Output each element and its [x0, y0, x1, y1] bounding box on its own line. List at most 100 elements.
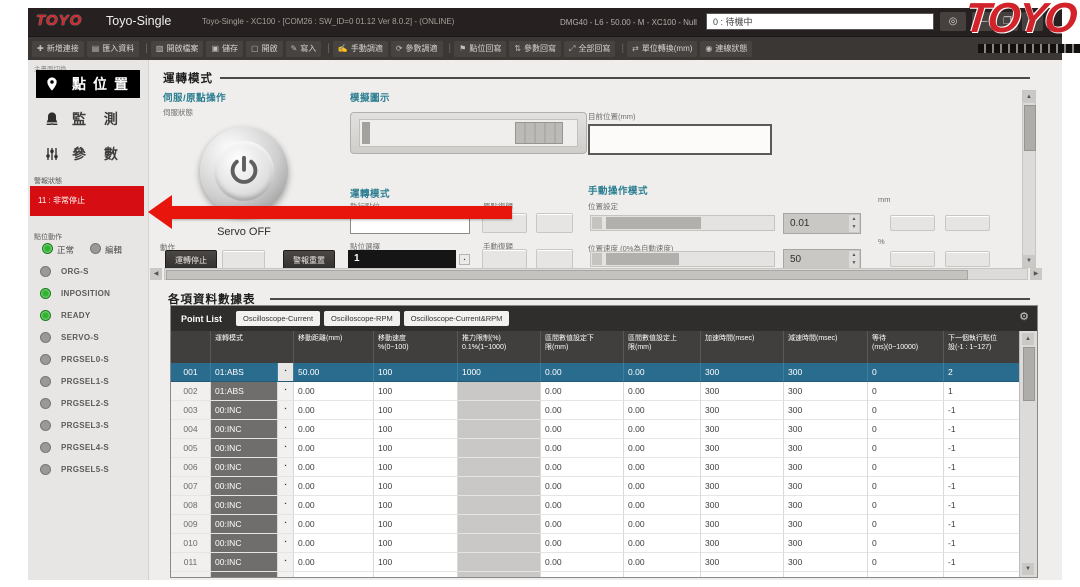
mode-cell[interactable]: 00:INC — [211, 534, 278, 553]
toolbar-item-point-writeback[interactable]: ⚑點位回寫 — [454, 41, 506, 57]
speed-spinner-arrows[interactable]: ▲▼ — [849, 251, 859, 268]
cell-upper[interactable]: 0.00 — [624, 439, 701, 458]
alarm-reset-button[interactable]: 警報重置 — [283, 250, 335, 270]
cell-distance[interactable]: 0.00 — [294, 401, 374, 420]
cell-next[interactable]: 2 — [944, 363, 1021, 382]
cell-upper[interactable]: 0.00 — [624, 477, 701, 496]
cell-distance[interactable]: 0.00 — [294, 420, 374, 439]
cell-decel[interactable]: 300 — [784, 496, 868, 515]
cell-wait[interactable]: 0 — [868, 458, 944, 477]
cell-decel[interactable]: 300 — [784, 401, 868, 420]
machine-status-field[interactable]: 0 : 待機中 — [706, 13, 934, 30]
toolbar-item-open-file[interactable]: ▨開啟檔案 — [151, 41, 204, 57]
cell-upper[interactable]: 0.00 — [624, 534, 701, 553]
scroll-right-icon[interactable]: ▶ — [1030, 268, 1042, 280]
table-row-007[interactable]: 00700:INC▪0.001000.000.003003000-1 — [171, 477, 1021, 496]
cell-upper[interactable]: 0.00 — [624, 496, 701, 515]
run-stop-button[interactable]: 運轉停止 — [165, 250, 217, 270]
cell-lower[interactable]: 0.00 — [541, 363, 624, 382]
cell-speed[interactable]: 100 — [374, 382, 458, 401]
position-slider[interactable] — [590, 215, 775, 231]
cell-speed[interactable]: 100 — [374, 572, 458, 578]
cell-distance[interactable]: 0.00 — [294, 439, 374, 458]
cell-upper[interactable]: 0.00 — [624, 553, 701, 572]
mode-dropdown-button[interactable]: ▪ — [278, 458, 294, 477]
cell-wait[interactable]: 0 — [868, 439, 944, 458]
cell-upper[interactable]: 0.00 — [624, 363, 701, 382]
cell-speed[interactable]: 100 — [374, 363, 458, 382]
cell-decel[interactable]: 300 — [784, 420, 868, 439]
cell-force[interactable] — [458, 496, 541, 515]
cell-next[interactable]: 1 — [944, 382, 1021, 401]
cell-force[interactable] — [458, 420, 541, 439]
cell-lower[interactable]: 0.00 — [541, 439, 624, 458]
toolbar-item-unit-convert[interactable]: ⇄單位轉換(mm) — [627, 41, 697, 57]
table-row-004[interactable]: 00400:INC▪0.001000.000.003003000-1 — [171, 420, 1021, 439]
cell-next[interactable]: -1 — [944, 458, 1021, 477]
cell-wait[interactable]: 0 — [868, 401, 944, 420]
speed-spinner[interactable]: 50 ▲▼ — [783, 249, 861, 270]
speed-minus-button[interactable] — [890, 251, 935, 267]
cell-distance[interactable]: 0.00 — [294, 458, 374, 477]
cell-distance[interactable]: 0.00 — [294, 382, 374, 401]
cell-next[interactable]: -1 — [944, 420, 1021, 439]
cell-lower[interactable]: 0.00 — [541, 477, 624, 496]
toolbar-item-param-writeback[interactable]: ⇅參數回寫 — [509, 41, 561, 57]
table-scroll-up-icon[interactable]: ▲ — [1022, 333, 1034, 345]
table-row-006[interactable]: 00600:INC▪0.001000.000.003003000-1 — [171, 458, 1021, 477]
mode-dropdown-button[interactable]: ▪ — [278, 382, 294, 401]
point-select-dropdown[interactable]: 1 — [348, 250, 456, 268]
cell-accel[interactable]: 300 — [701, 458, 784, 477]
cell-lower[interactable]: 0.00 — [541, 496, 624, 515]
cell-speed[interactable]: 100 — [374, 515, 458, 534]
cell-lower[interactable]: 0.00 — [541, 515, 624, 534]
panel-hscroll-thumb[interactable] — [166, 270, 968, 280]
cell-distance[interactable]: 0.00 — [294, 496, 374, 515]
cell-force[interactable] — [458, 553, 541, 572]
mode-cell[interactable]: 01:ABS — [211, 382, 278, 401]
mode-dropdown-button[interactable]: ▪ — [278, 496, 294, 515]
cell-accel[interactable]: 300 — [701, 382, 784, 401]
cell-lower[interactable]: 0.00 — [541, 553, 624, 572]
disabled-action-button[interactable] — [222, 250, 265, 270]
toolbar-item-open[interactable]: ▢開啟 — [246, 41, 283, 57]
gear-icon[interactable]: ⚙ — [1019, 310, 1029, 323]
cell-force[interactable] — [458, 477, 541, 496]
cell-distance[interactable]: 50.00 — [294, 363, 374, 382]
cell-upper[interactable]: 0.00 — [624, 401, 701, 420]
cell-accel[interactable]: 300 — [701, 420, 784, 439]
toolbar-item-import-data[interactable]: ▤匯入資料 — [87, 41, 140, 57]
table-row-011[interactable]: 01100:INC▪0.001000.000.003003000-1 — [171, 553, 1021, 572]
mode-dropdown-button[interactable]: ▪ — [278, 477, 294, 496]
cell-wait[interactable]: 0 — [868, 515, 944, 534]
table-row-005[interactable]: 00500:INC▪0.001000.000.003003000-1 — [171, 439, 1021, 458]
cell-decel[interactable]: 300 — [784, 363, 868, 382]
toolbar-item-param-tune[interactable]: ⟳參數調適 — [391, 41, 443, 57]
toolbar-item-manual-tune[interactable]: ✍手動調適 — [333, 41, 388, 57]
sidebar-item-parameter[interactable]: 參 數 — [36, 140, 140, 168]
cell-wait[interactable]: 0 — [868, 496, 944, 515]
cell-decel[interactable]: 300 — [784, 439, 868, 458]
toolbar-item-new-connection[interactable]: ✚新增連接 — [32, 41, 84, 57]
cell-decel[interactable]: 300 — [784, 534, 868, 553]
table-vertical-scrollbar[interactable]: ▲ ▼ — [1019, 331, 1037, 577]
table-row-010[interactable]: 01000:INC▪0.001000.000.003003000-1 — [171, 534, 1021, 553]
panel-vscroll-thumb[interactable] — [1024, 105, 1036, 151]
cell-decel[interactable]: 300 — [784, 515, 868, 534]
cell-next[interactable]: -1 — [944, 496, 1021, 515]
cell-decel[interactable]: 300 — [784, 382, 868, 401]
cell-speed[interactable]: 100 — [374, 439, 458, 458]
jog-minus-button[interactable] — [890, 215, 935, 231]
cell-wait[interactable]: 0 — [868, 420, 944, 439]
cell-decel[interactable]: 300 — [784, 572, 868, 578]
connect-status-button[interactable]: ◎ — [940, 12, 966, 31]
cell-wait[interactable]: 0 — [868, 382, 944, 401]
sidebar-item-monitor[interactable]: 監 測 — [36, 105, 140, 133]
position-spinner-arrows[interactable]: ▲▼ — [849, 215, 859, 232]
panel-horizontal-scrollbar[interactable] — [164, 268, 1028, 280]
cell-wait[interactable]: 0 — [868, 553, 944, 572]
speed-plus-button[interactable] — [945, 251, 990, 267]
mode-cell[interactable]: 00:INC — [211, 553, 278, 572]
cell-wait[interactable]: 0 — [868, 363, 944, 382]
toolbar-item-write[interactable]: ✎寫入 — [286, 41, 322, 57]
